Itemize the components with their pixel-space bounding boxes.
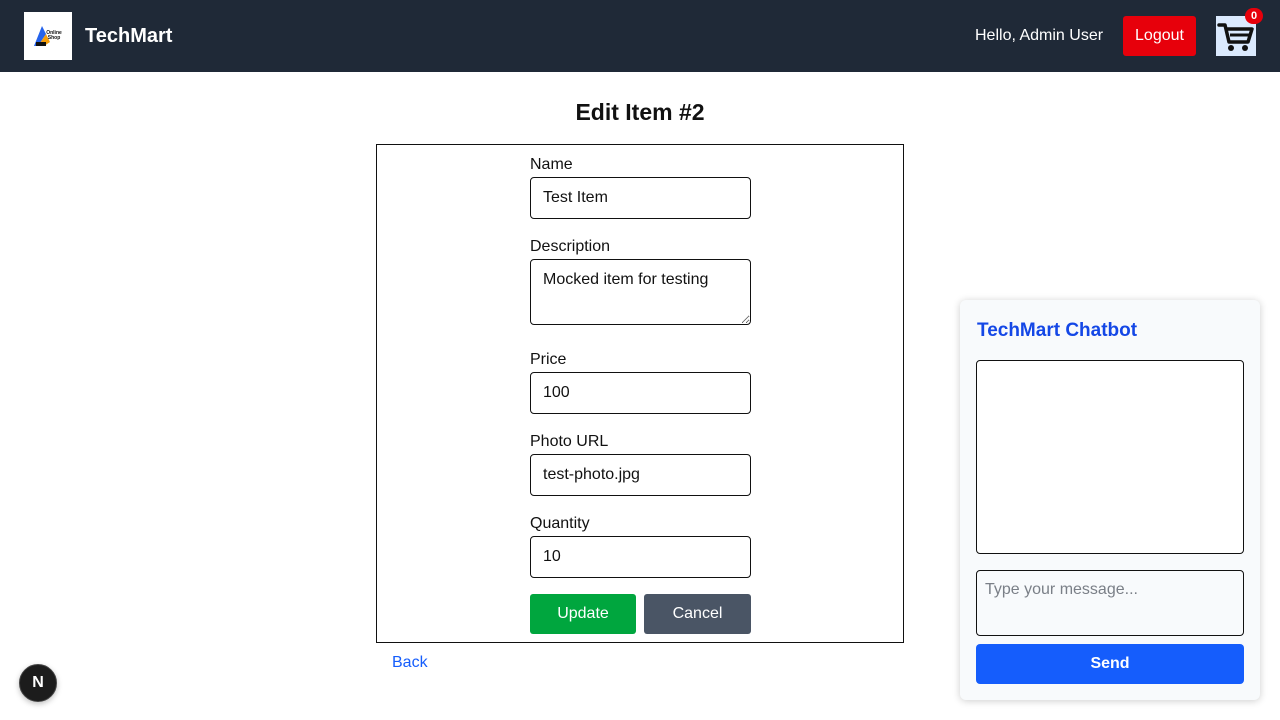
- nextjs-logo-icon: N: [32, 674, 44, 691]
- name-input[interactable]: [530, 177, 751, 219]
- back-link[interactable]: Back: [392, 653, 428, 672]
- chatbot-panel: TechMart Chatbot Send: [960, 300, 1260, 700]
- price-label: Price: [530, 351, 567, 368]
- nextjs-dev-indicator[interactable]: N: [19, 664, 57, 702]
- page-title: Edit Item #2: [575, 99, 705, 125]
- send-button[interactable]: Send: [976, 644, 1244, 684]
- chatbot-title: TechMart Chatbot: [977, 320, 1138, 341]
- cancel-button[interactable]: Cancel: [644, 594, 751, 634]
- logout-button[interactable]: Logout: [1123, 16, 1196, 56]
- brand-name[interactable]: TechMart: [85, 24, 172, 48]
- store-logo[interactable]: Online Shop: [24, 12, 72, 60]
- logo-text: Online Shop: [46, 30, 62, 41]
- cart-count-badge: 0: [1245, 8, 1263, 24]
- description-textarea[interactable]: Mocked item for testing: [530, 259, 751, 325]
- quantity-label: Quantity: [530, 515, 590, 532]
- description-label: Description: [530, 238, 611, 255]
- top-navbar: Online Shop TechMart Hello, Admin User L…: [0, 0, 1280, 72]
- photo-url-input[interactable]: [530, 454, 751, 496]
- user-greeting: Hello, Admin User: [975, 27, 1104, 44]
- update-button[interactable]: Update: [530, 594, 636, 634]
- quantity-input[interactable]: [530, 536, 751, 578]
- chat-messages-area[interactable]: [976, 360, 1244, 554]
- price-input[interactable]: [530, 372, 751, 414]
- chat-message-input[interactable]: [976, 570, 1244, 636]
- photo-url-label: Photo URL: [530, 433, 609, 450]
- name-label: Name: [530, 156, 573, 173]
